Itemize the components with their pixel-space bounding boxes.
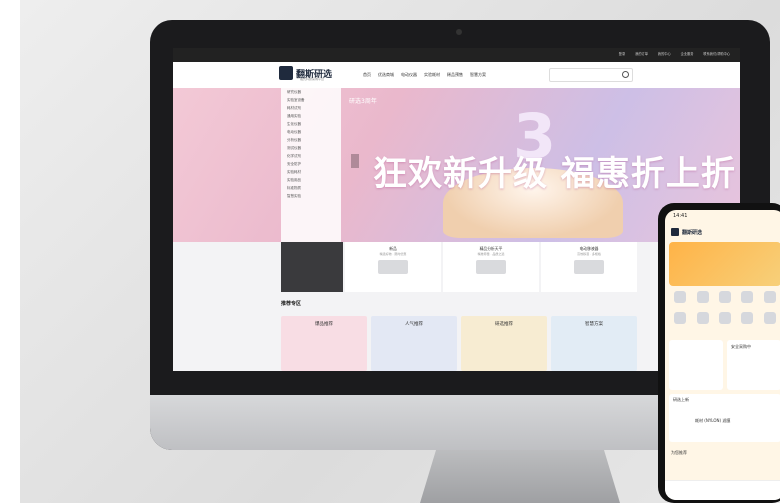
category-item[interactable]: 实验耗材	[281, 168, 341, 176]
top-links: 登录 我的订单 我的中心 企业服务 联系我们/帮助中心	[619, 51, 730, 56]
promo-card[interactable]: 新品 精选好物 · 限时优惠	[345, 242, 441, 292]
card-subtitle: 精准称量 · 品质之选	[477, 252, 505, 256]
product-image	[378, 260, 408, 274]
site-header: 翻斯研选 一站式科研采购平台 首页 优选商城 电动仪器 实验耗材 稀品预售 智慧…	[173, 62, 740, 88]
top-link[interactable]: 企业服务	[681, 51, 694, 56]
category-icon[interactable]	[696, 291, 709, 303]
category-icon[interactable]	[741, 291, 754, 303]
top-link[interactable]: 登录	[619, 51, 625, 56]
top-link[interactable]: 我的中心	[658, 51, 671, 56]
tile-title: 智慧方案	[585, 322, 603, 327]
camera-dot	[456, 29, 462, 35]
phone-icon-grid	[669, 290, 780, 330]
category-item[interactable]: 分析仪器	[281, 136, 341, 144]
product-image	[574, 260, 604, 274]
card-subtitle: 高效移液 · 多规格	[577, 252, 601, 256]
category-item[interactable]: 化学试剂	[281, 152, 341, 160]
category-item[interactable]: 电动仪器	[281, 128, 341, 136]
nav-item[interactable]: 实验耗材	[424, 72, 440, 78]
quick-access-panel[interactable]	[281, 242, 343, 292]
category-icon[interactable]	[741, 312, 754, 324]
phone-tab-bar[interactable]	[665, 480, 780, 500]
section-title: 推荐专区	[281, 301, 302, 307]
tile-title: 研选推荐	[495, 322, 513, 327]
category-item[interactable]: 实验用品	[281, 176, 341, 184]
category-item[interactable]: 研究仪器	[281, 88, 341, 96]
list-title: 研选上新	[673, 397, 689, 402]
phone-logo-icon	[671, 228, 679, 236]
banner-headline: 狂欢新升级 福惠折上折	[373, 146, 736, 195]
search-icon[interactable]	[622, 71, 629, 78]
category-icon[interactable]	[674, 291, 687, 303]
banner-tag: 研选3周年	[349, 98, 377, 105]
category-icon[interactable]	[674, 312, 687, 324]
card-subtitle: 精选好物 · 限时优惠	[379, 252, 407, 256]
product-image	[476, 260, 506, 274]
category-item[interactable]: 测试仪器	[281, 144, 341, 152]
category-item[interactable]: 耗材试剂	[281, 104, 341, 112]
top-link[interactable]: 联系我们/帮助中心	[703, 51, 730, 56]
category-item[interactable]: 智慧实验	[281, 192, 341, 200]
category-icon[interactable]	[718, 291, 731, 303]
nav-item[interactable]: 优选商城	[378, 72, 394, 78]
recommend-tile[interactable]: 智慧方案	[551, 316, 637, 371]
phone-safety-box[interactable]: 安全采购中	[727, 340, 780, 390]
recommend-label: 为您推荐	[671, 450, 687, 455]
list-item: 耗材 (NYLON) 滤膜	[695, 418, 731, 423]
search-input[interactable]	[549, 68, 633, 82]
headline-left: 狂欢新升级	[373, 154, 548, 194]
top-link[interactable]: 我的订单	[635, 51, 648, 56]
category-item[interactable]: 生化仪器	[281, 120, 341, 128]
phone-time: 14:41	[673, 213, 688, 219]
nav-item[interactable]: 稀品预售	[447, 72, 463, 78]
phone-brand: 翻斯研选	[682, 229, 703, 236]
logo-subtitle: 一站式科研采购平台	[297, 77, 325, 81]
tile-title: 人气推荐	[405, 322, 423, 327]
phone-banner[interactable]	[669, 242, 780, 286]
category-item[interactable]: 安全防护	[281, 160, 341, 168]
category-item[interactable]: 通用实验	[281, 112, 341, 120]
promo-card[interactable]: 电动移液器 高效移液 · 多规格	[541, 242, 637, 292]
safety-label: 安全采购中	[731, 344, 751, 349]
nav-item[interactable]: 电动仪器	[401, 72, 417, 78]
headline-right: 福惠折上折	[560, 154, 736, 194]
recommend-tile[interactable]: 研选推荐	[461, 316, 547, 371]
phone-new-list[interactable]: 研选上新 耗材 (NYLON) 滤膜	[669, 394, 780, 442]
tile-title: 爆品推荐	[315, 322, 333, 327]
category-icon[interactable]	[718, 312, 731, 324]
monitor-stand	[420, 450, 620, 503]
category-icon[interactable]	[696, 312, 709, 324]
main-nav: 首页 优选商城 电动仪器 实验耗材 稀品预售 智慧方案	[363, 72, 486, 78]
category-menu: 研究仪器 实验室设备 耗材试剂 通用实验 生化仪器 电动仪器 分析仪器 测试仪器…	[281, 88, 341, 242]
phone-promo-box[interactable]	[669, 340, 723, 390]
phone-header: 翻斯研选	[665, 224, 780, 240]
nav-item[interactable]: 智慧方案	[470, 72, 486, 78]
promo-card[interactable]: 精品分析天平 精准称量 · 品质之选	[443, 242, 539, 292]
category-icon[interactable]	[763, 312, 776, 324]
logo-mark-icon	[279, 66, 293, 80]
category-item[interactable]: 标准物质	[281, 184, 341, 192]
desktop-screen: 登录 我的订单 我的中心 企业服务 联系我们/帮助中心 翻斯研选 一站式科研采购…	[173, 48, 740, 371]
recommend-tile[interactable]: 爆品推荐	[281, 316, 367, 371]
banner-prev-arrow[interactable]	[351, 154, 359, 168]
recommend-tile[interactable]: 人气推荐	[371, 316, 457, 371]
nav-item[interactable]: 首页	[363, 72, 371, 78]
category-item[interactable]: 实验室设备	[281, 96, 341, 104]
top-bar: 登录 我的订单 我的中心 企业服务 联系我们/帮助中心	[173, 48, 740, 62]
category-icon[interactable]	[763, 291, 776, 303]
phone-screen: 14:41 翻斯研选 安全采购中 研选上新 耗材 (NYLON) 滤膜 为您推荐	[665, 210, 780, 500]
